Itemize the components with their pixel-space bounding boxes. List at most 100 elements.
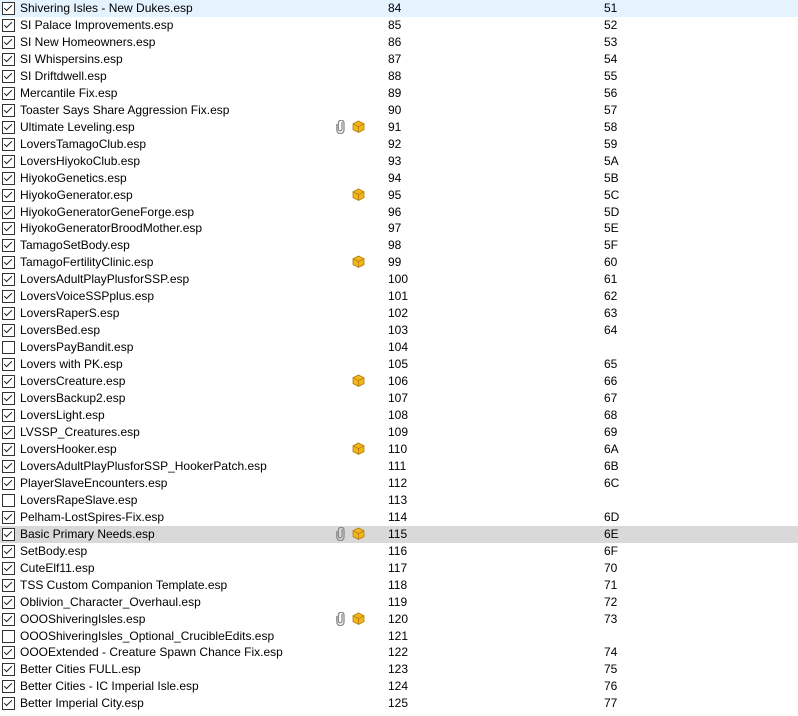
plugin-row[interactable]: OOOShiveringIsles_Optional_CrucibleEdits… (0, 628, 798, 645)
plugin-row[interactable]: SetBody.esp 116 6F (0, 543, 798, 560)
plugin-name: Better Cities - IC Imperial Isle.esp (20, 679, 199, 694)
plugin-checkbox[interactable] (2, 86, 15, 100)
plugin-checkbox[interactable] (2, 629, 15, 643)
plugin-checkbox[interactable] (2, 205, 15, 219)
plugin-row[interactable]: OOOShiveringIsles.esp 120 73 (0, 611, 798, 628)
plugin-checkbox[interactable] (2, 69, 15, 83)
plugin-checkbox[interactable] (2, 493, 15, 507)
plugin-checkbox[interactable] (2, 103, 15, 117)
plugin-mod-index: 5D (604, 204, 620, 219)
plugin-mod-index: 6C (604, 475, 620, 490)
plugin-row[interactable]: LoversLight.esp 108 68 (0, 407, 798, 424)
plugin-row[interactable]: HiyokoGeneratorBroodMother.esp 97 5E (0, 220, 798, 237)
plugin-row[interactable]: Better Cities FULL.esp 123 75 (0, 661, 798, 678)
plugin-checkbox[interactable] (2, 358, 15, 372)
plugin-checkbox[interactable] (2, 2, 15, 15)
plugin-name: LoversPayBandit.esp (20, 340, 134, 355)
plugin-row[interactable]: Better Imperial City.esp 125 77 (0, 695, 798, 712)
plugin-checkbox[interactable] (2, 273, 15, 287)
plugin-checkbox[interactable] (2, 188, 15, 202)
plugin-row[interactable]: LVSSP_Creatures.esp 109 69 (0, 424, 798, 441)
plugin-row[interactable]: LoversBackup2.esp 107 67 (0, 390, 798, 407)
plugin-row[interactable]: LoversCreature.esp 106 66 (0, 373, 798, 390)
plugin-checkbox[interactable] (2, 239, 15, 253)
plugin-mod-index: 61 (604, 272, 618, 287)
plugin-row[interactable]: Ultimate Leveling.esp 91 58 (0, 119, 798, 136)
plugin-row[interactable]: CuteElf11.esp 117 70 (0, 560, 798, 577)
plugin-row[interactable]: Pelham-LostSpires-Fix.esp 114 6D (0, 509, 798, 526)
plugin-checkbox[interactable] (2, 35, 15, 49)
plugin-row[interactable]: LoversPayBandit.esp 104 (0, 339, 798, 356)
plugin-row[interactable]: Basic Primary Needs.esp 115 6E (0, 525, 798, 543)
plugin-row[interactable]: LoversBed.esp 103 64 (0, 322, 798, 339)
plugin-priority: 88 (388, 68, 402, 83)
plugin-row[interactable]: Lovers with PK.esp 105 65 (0, 356, 798, 373)
plugin-row[interactable]: Better Cities - IC Imperial Isle.esp 124 7… (0, 678, 798, 695)
plugin-mod-index: 5E (604, 221, 619, 236)
paperclip-icon (335, 119, 349, 134)
plugin-mod-index: 68 (604, 408, 618, 423)
plugin-checkbox[interactable] (2, 375, 15, 389)
plugin-checkbox[interactable] (2, 171, 15, 185)
plugin-checkbox[interactable] (2, 595, 15, 609)
plugin-checkbox[interactable] (2, 324, 15, 338)
plugin-checkbox[interactable] (2, 222, 15, 236)
plugin-row[interactable]: PlayerSlaveEncounters.esp 112 6C (0, 475, 798, 492)
plugin-row[interactable]: Shivering Isles - New Dukes.esp 84 51 (0, 0, 798, 17)
plugin-row[interactable]: LoversAdultPlayPlusforSSP_HookerPatch.es… (0, 458, 798, 475)
plugin-checkbox[interactable] (2, 52, 15, 66)
plugin-checkbox[interactable] (2, 137, 15, 151)
plugin-name: SI Palace Improvements.esp (20, 17, 174, 32)
plugin-checkbox[interactable] (2, 442, 15, 456)
plugin-checkbox[interactable] (2, 256, 15, 270)
plugin-checkbox[interactable] (2, 120, 15, 134)
plugin-checkbox[interactable] (2, 154, 15, 168)
plugin-checkbox[interactable] (2, 392, 15, 406)
plugin-name: SetBody.esp (20, 543, 88, 558)
plugin-row[interactable]: LoversRaperS.esp 102 63 (0, 305, 798, 322)
plugin-row[interactable]: HiyokoGenetics.esp 94 5B (0, 170, 798, 187)
plugin-checkbox[interactable] (2, 612, 15, 626)
plugin-checkbox[interactable] (2, 18, 15, 32)
plugin-row[interactable]: Toaster Says Share Aggression Fix.esp 90 5… (0, 102, 798, 119)
plugin-checkbox[interactable] (2, 544, 15, 558)
plugin-row[interactable]: Mercantile Fix.esp 89 56 (0, 85, 798, 102)
plugin-checkbox[interactable] (2, 510, 15, 524)
plugin-checkbox[interactable] (2, 578, 15, 592)
plugin-row[interactable]: LoversVoiceSSPplus.esp 101 62 (0, 288, 798, 305)
plugin-row[interactable]: HiyokoGenerator.esp 95 5C (0, 187, 798, 204)
plugin-row[interactable]: LoversAdultPlayPlusforSSP.esp 100 61 (0, 271, 798, 288)
plugin-priority: 86 (388, 34, 402, 49)
plugin-checkbox[interactable] (2, 680, 15, 694)
plugin-row[interactable]: SI Palace Improvements.esp 85 52 (0, 17, 798, 34)
plugin-checkbox[interactable] (2, 646, 15, 660)
plugin-row[interactable]: SI Whispersins.esp 87 54 (0, 51, 798, 68)
plugin-checkbox[interactable] (2, 341, 15, 355)
plugin-checkbox[interactable] (2, 307, 15, 321)
plugin-name: Mercantile Fix.esp (20, 85, 118, 100)
plugin-checkbox[interactable] (2, 476, 15, 490)
plugin-checkbox[interactable] (2, 663, 15, 677)
plugin-checkbox[interactable] (2, 409, 15, 423)
plugin-name: SI New Homeowners.esp (20, 34, 156, 49)
plugin-mod-index: 56 (604, 85, 618, 100)
plugin-row[interactable]: Oblivion_Character_Overhaul.esp 119 72 (0, 594, 798, 611)
plugin-row[interactable]: LoversRapeSlave.esp 113 (0, 492, 798, 509)
plugin-row[interactable]: TSS Custom Companion Template.esp 118 71 (0, 577, 798, 594)
plugin-row[interactable]: SI Driftdwell.esp 88 55 (0, 68, 798, 85)
plugin-checkbox[interactable] (2, 459, 15, 473)
plugin-row[interactable]: TamagoSetBody.esp 98 5F (0, 237, 798, 254)
plugin-checkbox[interactable] (2, 561, 15, 575)
plugin-row[interactable]: LoversTamagoClub.esp 92 59 (0, 136, 798, 153)
plugin-checkbox[interactable] (2, 697, 15, 711)
plugin-checkbox[interactable] (2, 290, 15, 304)
plugin-row[interactable]: OOOExtended - Creature Spawn Chance Fix.… (0, 644, 798, 661)
plugin-row[interactable]: TamagoFertilityClinic.esp 99 60 (0, 254, 798, 271)
plugin-checkbox[interactable] (2, 527, 15, 541)
plugin-row[interactable]: LoversHiyokoClub.esp 93 5A (0, 153, 798, 170)
plugin-row[interactable]: SI New Homeowners.esp 86 53 (0, 34, 798, 51)
plugin-row[interactable]: LoversHooker.esp 110 6A (0, 441, 798, 458)
plugin-row[interactable]: HiyokoGeneratorGeneForge.esp 96 5D (0, 204, 798, 221)
plugin-priority: 98 (388, 238, 402, 253)
plugin-checkbox[interactable] (2, 426, 15, 439)
